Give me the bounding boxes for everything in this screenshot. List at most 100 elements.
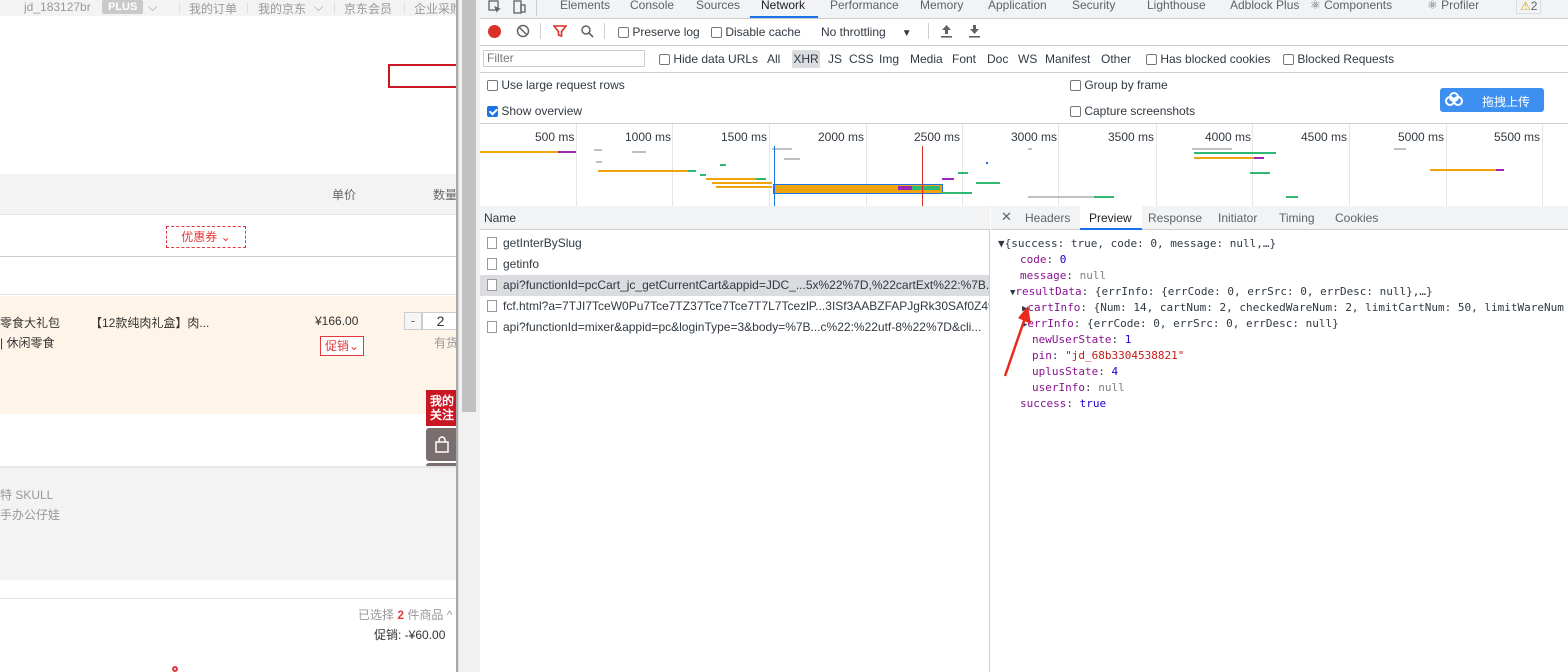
shopping-bag-icon (435, 436, 449, 453)
recommend-line2[interactable]: 手办公仔娃 (0, 506, 60, 523)
tab-memory[interactable]: Memory (920, 0, 963, 12)
disable-cache-checkbox[interactable]: Disable cache (711, 25, 801, 39)
scrollbar-thumb[interactable] (462, 0, 476, 412)
qty-input[interactable]: 2 (422, 312, 458, 330)
filter-icon[interactable] (553, 24, 567, 38)
load-marker (922, 146, 923, 206)
json-errinfo[interactable]: ▶errInfo: {errCode: 0, errSrc: 0, errDes… (1022, 317, 1339, 330)
checkbox[interactable] (659, 54, 670, 66)
record-icon[interactable] (488, 25, 501, 38)
has-blocked-cookies-checkbox[interactable]: Has blocked cookies (1146, 52, 1270, 66)
type-ws[interactable]: WS (1018, 52, 1037, 66)
tab-security[interactable]: Security (1072, 0, 1115, 12)
tab-console[interactable]: Console (630, 0, 674, 12)
item-title-link[interactable]: 【12款纯肉礼盒】肉... (90, 314, 209, 331)
type-font[interactable]: Font (952, 52, 976, 66)
promo-button[interactable]: 促销⌄ (320, 336, 364, 356)
tab-lighthouse[interactable]: Lighthouse (1147, 0, 1206, 12)
type-img[interactable]: Img (879, 52, 899, 66)
username-link[interactable]: jd_183127br (24, 0, 91, 14)
show-overview-checkbox[interactable]: Show overview (487, 104, 582, 118)
tab-components[interactable]: ⚛ Components (1310, 0, 1392, 12)
tick-label: 3000 ms (1011, 130, 1058, 144)
type-all[interactable]: All (767, 52, 780, 66)
request-name: getInterBySlug (503, 236, 582, 250)
coupon-button[interactable]: 优惠券 ⌄ (166, 226, 246, 248)
chevron-down-icon[interactable]: ⌵ (314, 0, 323, 15)
type-other[interactable]: Other (1101, 52, 1131, 66)
type-js[interactable]: JS (828, 52, 842, 66)
search-input[interactable] (388, 64, 458, 88)
group-by-frame-checkbox[interactable]: Group by frame (1070, 78, 1168, 92)
tab-application[interactable]: Application (988, 0, 1047, 12)
checkbox-checked[interactable] (487, 106, 498, 118)
timeline-bar (720, 164, 726, 166)
request-row[interactable]: getInterBySlug (480, 233, 989, 254)
checkbox[interactable] (1070, 106, 1081, 118)
chevron-up-icon[interactable]: ^ (447, 608, 453, 622)
type-xhr[interactable]: XHR (792, 50, 820, 68)
checkbox[interactable] (711, 27, 722, 39)
close-icon[interactable]: ✕ (1001, 209, 1012, 225)
checkbox[interactable] (1283, 54, 1294, 66)
expand-triangle-icon[interactable]: ▼ (998, 237, 1005, 250)
tab-performance[interactable]: Performance (830, 0, 899, 12)
chevron-down-icon[interactable]: ⌵ (148, 0, 157, 15)
checkbox[interactable] (1146, 54, 1157, 66)
capture-screenshots-checkbox[interactable]: Capture screenshots (1070, 104, 1195, 118)
cart-sidebar-button[interactable] (426, 428, 458, 461)
type-doc[interactable]: Doc (987, 52, 1008, 66)
my-jd-link[interactable]: 我的京东 (258, 0, 306, 17)
preserve-log-checkbox[interactable]: Preserve log (618, 25, 700, 39)
warnings-badge[interactable]: ⚠2 (1516, 0, 1542, 14)
enterprise-link[interactable]: 企业采购 (414, 0, 458, 17)
checkbox[interactable] (487, 80, 498, 92)
tab-initiator[interactable]: Initiator (1218, 211, 1257, 225)
checkbox[interactable] (1070, 80, 1081, 92)
clear-icon[interactable] (516, 24, 530, 38)
tab-cookies[interactable]: Cookies (1335, 211, 1378, 225)
item-left-name[interactable]: 零食大礼包 (0, 314, 60, 331)
json-cartinfo[interactable]: ▶cartInfo: {Num: 14, cartNum: 2, checked… (1022, 301, 1564, 314)
hide-data-urls-checkbox[interactable]: Hide data URLs (659, 52, 758, 66)
json-resultdata[interactable]: ▼resultData: {errInfo: {errCode: 0, errS… (1010, 285, 1433, 298)
group-by-frame-label: Group by frame (1084, 78, 1168, 92)
export-har-icon[interactable] (968, 24, 981, 38)
recommend-line1[interactable]: 特 SKULL (0, 486, 53, 503)
inspect-element-icon[interactable] (488, 0, 502, 14)
selected-summary: 已选择 2 件商品 ^ (358, 606, 452, 623)
tab-network[interactable]: Network (761, 0, 805, 12)
network-overview[interactable]: 500 ms 1000 ms 1500 ms 2000 ms 2500 ms 3… (480, 123, 1568, 207)
name-column-header[interactable]: Name (484, 211, 516, 225)
checkbox[interactable] (618, 27, 629, 39)
import-har-icon[interactable] (940, 24, 953, 38)
json-root[interactable]: ▼{success: true, code: 0, message: null,… (998, 237, 1276, 250)
request-list-header[interactable]: Name (480, 206, 990, 230)
tab-profiler[interactable]: ⚛ Profiler (1427, 0, 1479, 12)
tab-elements[interactable]: Elements (560, 0, 610, 12)
tab-sources[interactable]: Sources (696, 0, 740, 12)
tab-headers[interactable]: Headers (1025, 211, 1070, 225)
blocked-requests-checkbox[interactable]: Blocked Requests (1283, 52, 1394, 66)
jd-member-link[interactable]: 京东会员 (344, 0, 392, 17)
qty-decrease-button[interactable]: - (404, 312, 422, 330)
request-row[interactable]: getinfo (480, 254, 989, 275)
request-row[interactable]: api?functionId=mixer&appid=pc&loginType=… (480, 317, 989, 338)
request-row[interactable]: fcf.html?a=7TJI7TceW0Pu7Tce7TZ37Tce7Tce7… (480, 296, 989, 317)
tab-adblock-plus[interactable]: Adblock Plus (1230, 0, 1299, 12)
large-rows-checkbox[interactable]: Use large request rows (487, 78, 625, 92)
tab-timing[interactable]: Timing (1279, 211, 1315, 225)
filter-input[interactable]: Filter (483, 50, 645, 67)
type-manifest[interactable]: Manifest (1045, 52, 1090, 66)
item-left-name-2[interactable]: | 休闲零食 (0, 334, 54, 351)
throttling-select[interactable]: No throttling ▼ (821, 25, 912, 39)
upload-button[interactable]: 拖拽上传 (1440, 88, 1544, 112)
type-media[interactable]: Media (910, 52, 943, 66)
my-orders-link[interactable]: 我的订单 (189, 0, 237, 17)
request-row-selected[interactable]: api?functionId=pcCart_jc_getCurrentCart&… (480, 275, 989, 296)
device-toolbar-icon[interactable] (512, 0, 526, 14)
type-css[interactable]: CSS (849, 52, 874, 66)
follow-sidebar-button[interactable]: 我的关注 (426, 390, 458, 426)
search-icon[interactable] (580, 24, 594, 38)
tab-response[interactable]: Response (1148, 211, 1202, 225)
